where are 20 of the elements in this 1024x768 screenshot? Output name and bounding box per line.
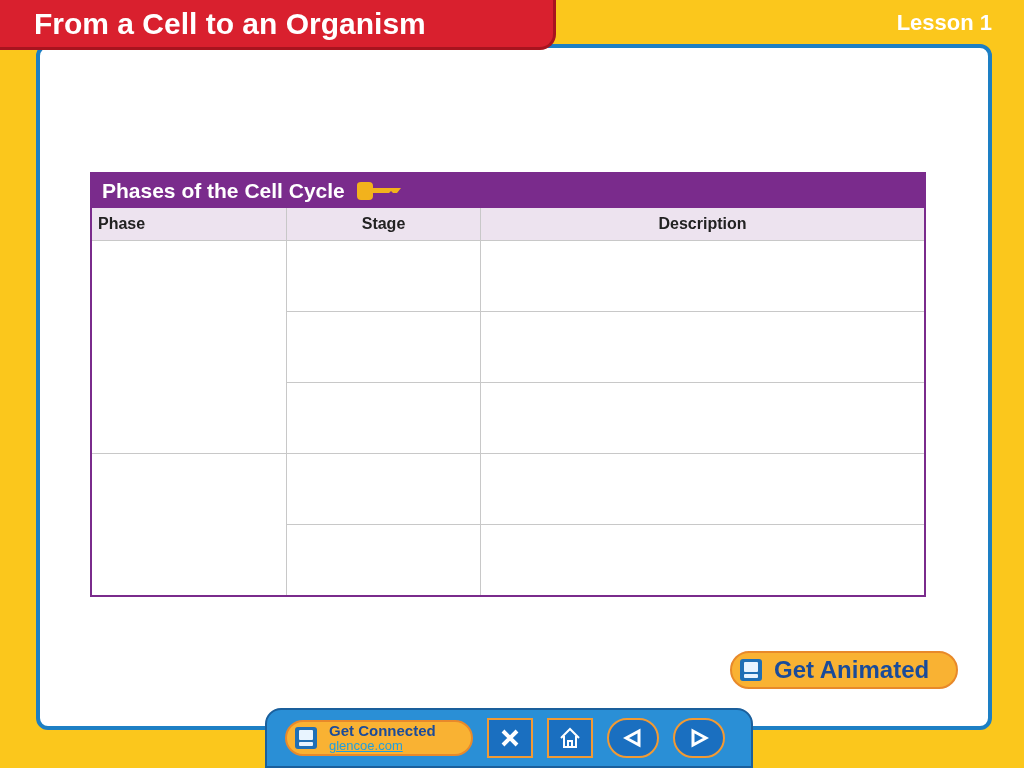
get-connected-label: Get Connected — [329, 723, 436, 739]
close-button[interactable] — [487, 718, 533, 759]
get-animated-button[interactable]: Get Animated — [730, 651, 958, 689]
computer-icon — [293, 725, 319, 752]
home-icon — [559, 727, 581, 750]
get-connected-button[interactable]: Get Connected glencoe.com — [285, 720, 473, 757]
slide-title: From a Cell to an Organism — [34, 6, 426, 42]
column-header: Description — [480, 208, 924, 240]
column-header: Stage — [286, 208, 480, 240]
table-title: Phases of the Cell Cycle — [102, 178, 345, 205]
column-header: Phase — [92, 208, 286, 240]
lesson-label: Lesson 1 — [896, 9, 992, 37]
left-triangle-icon — [623, 728, 643, 749]
home-button[interactable] — [547, 718, 593, 759]
close-icon — [500, 728, 520, 749]
computer-icon — [738, 657, 764, 683]
previous-button[interactable] — [607, 718, 659, 759]
next-button[interactable] — [673, 718, 725, 759]
right-triangle-icon — [689, 728, 709, 749]
key-icon — [354, 181, 403, 201]
